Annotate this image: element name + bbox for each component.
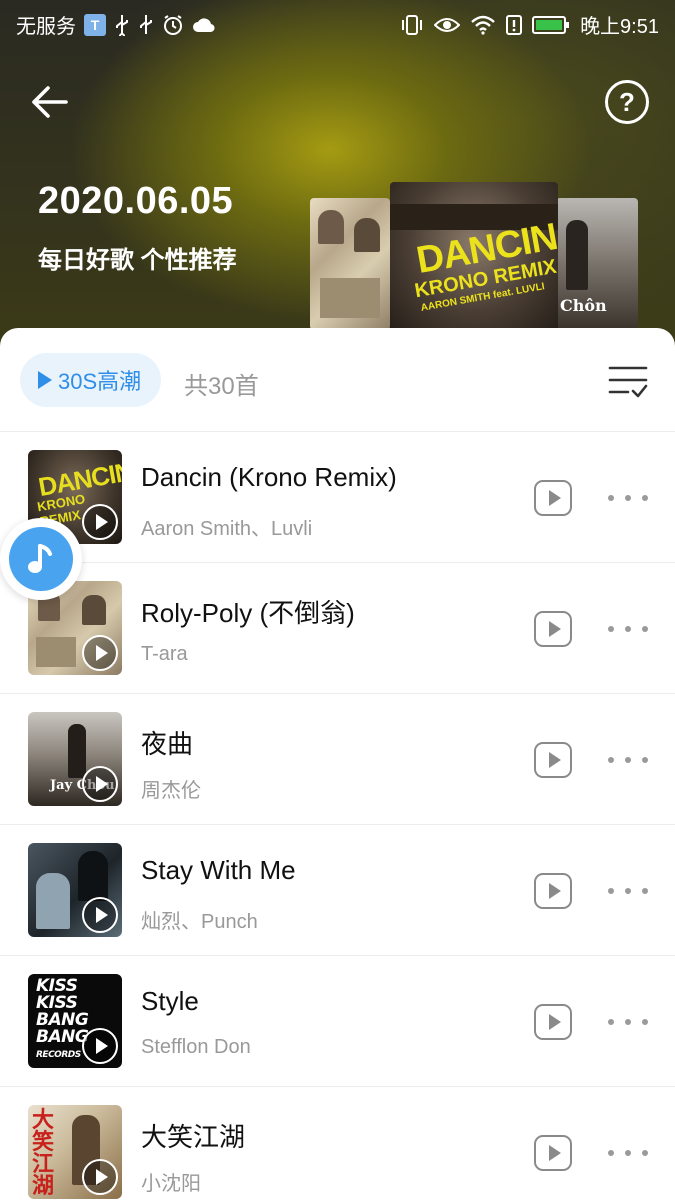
song-title: 夜曲 bbox=[141, 729, 194, 759]
song-thumbnail[interactable] bbox=[28, 843, 122, 937]
header: 无服务 T 晚上9:51 ? 2020.06.05 每日好歌 个性推荐 Chôn… bbox=[0, 0, 675, 360]
song-artist: Aaron Smith、Luvli bbox=[141, 518, 313, 540]
usb-icon bbox=[114, 14, 130, 36]
list-item[interactable]: Stay With Me 灿烈、Punch bbox=[0, 825, 675, 956]
date-title: 2020.06.05 bbox=[38, 180, 234, 222]
help-button[interactable]: ? bbox=[605, 80, 649, 124]
floating-player-button[interactable] bbox=[0, 518, 82, 600]
list-item[interactable]: Roly-Poly (不倒翁) T-ara bbox=[0, 563, 675, 694]
play-icon[interactable] bbox=[82, 1028, 118, 1064]
song-title: 大笑江湖 bbox=[141, 1122, 246, 1152]
list-item[interactable]: 大笑江湖 大笑江湖 小沈阳 bbox=[0, 1087, 675, 1200]
play-icon[interactable] bbox=[82, 766, 118, 802]
song-count: 共30首 bbox=[184, 373, 259, 400]
list-item[interactable]: KISS KISS BANG BANG RECORDS Style Steffl… bbox=[0, 956, 675, 1087]
thumb-text: RECORDS bbox=[36, 1050, 81, 1060]
play-button[interactable] bbox=[534, 742, 572, 778]
thumb-text: 大笑江湖 bbox=[32, 1107, 55, 1199]
arrow-left-icon bbox=[32, 86, 68, 118]
cover-art-center: DANCIN KRONO REMIX AARON SMITH feat. LUV… bbox=[390, 182, 558, 332]
cloud-icon bbox=[192, 16, 216, 34]
play-icon[interactable] bbox=[82, 897, 118, 933]
wifi-icon bbox=[470, 15, 496, 35]
play-button[interactable] bbox=[534, 873, 572, 909]
sim-badge-icon: T bbox=[84, 13, 106, 36]
play-button[interactable] bbox=[534, 1135, 572, 1171]
more-button[interactable] bbox=[608, 1141, 648, 1165]
eye-icon bbox=[434, 16, 461, 34]
carrier-label: 无服务 bbox=[16, 16, 76, 38]
multi-select-button[interactable] bbox=[606, 362, 650, 402]
song-list-panel: 30S高潮 共30首 DANCIN KRONO REMIX Dancin (Kr… bbox=[0, 328, 675, 1200]
page-subtitle: 每日好歌 个性推荐 bbox=[38, 247, 237, 274]
cover-right-text: Chôn bbox=[560, 296, 607, 315]
song-title: Dancin (Krono Remix) bbox=[141, 462, 397, 492]
preview-30s-button[interactable]: 30S高潮 bbox=[20, 353, 162, 407]
cover-art-left bbox=[310, 198, 390, 330]
vibrate-icon bbox=[400, 14, 424, 36]
song-artist: 周杰伦 bbox=[141, 780, 201, 802]
song-title: Roly-Poly (不倒翁) bbox=[141, 598, 355, 628]
back-button[interactable] bbox=[26, 78, 74, 126]
more-button[interactable] bbox=[608, 617, 648, 641]
play-icon[interactable] bbox=[82, 504, 118, 540]
song-artist: 小沈阳 bbox=[141, 1173, 201, 1195]
song-title: Style bbox=[141, 986, 199, 1016]
music-note-icon bbox=[28, 544, 52, 573]
play-icon bbox=[38, 371, 52, 389]
alert-icon bbox=[506, 14, 523, 36]
thumb-text: BANG bbox=[36, 1027, 89, 1047]
song-thumbnail[interactable]: KISS KISS BANG BANG RECORDS bbox=[28, 974, 122, 1068]
song-list: DANCIN KRONO REMIX Dancin (Krono Remix) … bbox=[0, 432, 675, 1200]
song-thumbnail[interactable]: Jay Chou bbox=[28, 712, 122, 806]
more-button[interactable] bbox=[608, 1010, 648, 1034]
list-check-icon bbox=[608, 366, 648, 398]
song-thumbnail[interactable]: 大笑江湖 bbox=[28, 1105, 122, 1199]
more-button[interactable] bbox=[608, 879, 648, 903]
status-bar: 无服务 T 晚上9:51 bbox=[0, 0, 675, 48]
play-button[interactable] bbox=[534, 480, 572, 516]
alarm-icon bbox=[162, 14, 184, 36]
cover-art-right: Chôn bbox=[556, 198, 638, 330]
question-icon: ? bbox=[619, 86, 635, 117]
list-toolbar: 30S高潮 共30首 bbox=[0, 328, 675, 432]
play-button[interactable] bbox=[534, 1004, 572, 1040]
play-icon[interactable] bbox=[82, 635, 118, 671]
song-title: Stay With Me bbox=[141, 855, 296, 885]
play-icon[interactable] bbox=[82, 1159, 118, 1195]
song-artist: 灿烈、Punch bbox=[141, 911, 258, 933]
more-button[interactable] bbox=[608, 486, 648, 510]
more-button[interactable] bbox=[608, 748, 648, 772]
clock-label: 晚上9:51 bbox=[580, 16, 659, 38]
song-artist: T-ara bbox=[141, 643, 188, 665]
usb-icon bbox=[138, 14, 154, 36]
song-artist: Stefflon Don bbox=[141, 1036, 251, 1058]
preview-30s-label: 30S高潮 bbox=[58, 369, 142, 394]
list-item[interactable]: Jay Chou 夜曲 周杰伦 bbox=[0, 694, 675, 825]
battery-icon bbox=[532, 15, 570, 35]
list-item[interactable]: DANCIN KRONO REMIX Dancin (Krono Remix) … bbox=[0, 432, 675, 563]
play-button[interactable] bbox=[534, 611, 572, 647]
